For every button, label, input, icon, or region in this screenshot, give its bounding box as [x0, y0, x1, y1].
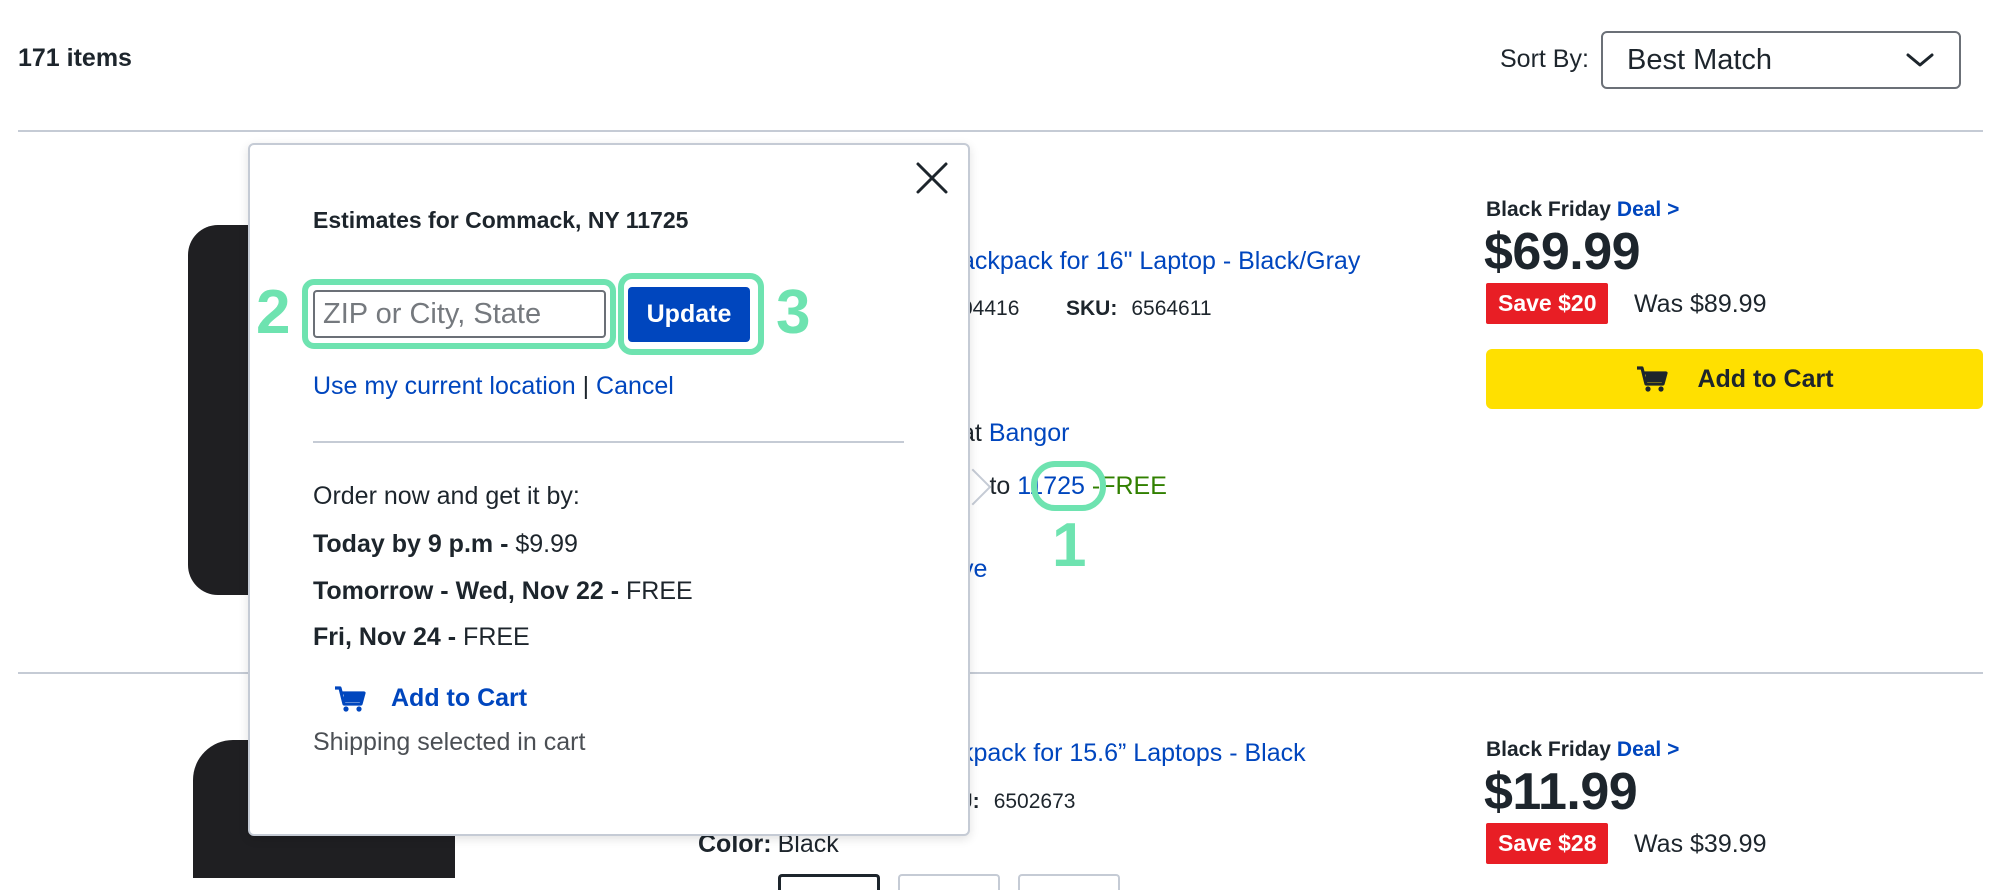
order-now-text: Order now and get it by:	[313, 482, 580, 510]
delivery-option: Today by 9 p.m - $9.99	[313, 530, 578, 559]
cancel-link[interactable]: Cancel	[596, 372, 674, 400]
sku-label: SKU:	[1066, 297, 1118, 320]
sku-value: 6502673	[993, 790, 1076, 813]
annotation-box-zip	[302, 279, 616, 349]
delivery-option: Tomorrow - Wed, Nov 22 - FREE	[313, 577, 693, 606]
color-swatch[interactable]	[1018, 874, 1120, 890]
was-price: Was $39.99	[1634, 830, 1767, 858]
color-swatch-selected[interactable]	[778, 874, 880, 890]
popover-add-to-cart-label: Add to Cart	[391, 684, 528, 712]
deal-link[interactable]: Deal >	[1617, 738, 1679, 761]
color-swatch[interactable]	[898, 874, 1000, 890]
location-links: Use my current location | Cancel	[313, 372, 674, 401]
product-sku: SKU: 6564611	[1066, 297, 1212, 321]
cart-icon	[1637, 366, 1669, 392]
annotation-number: 3	[776, 278, 811, 347]
add-to-cart-button[interactable]: Add to Cart	[1486, 349, 1983, 409]
sort-label: Sort By:	[1500, 45, 1589, 73]
shipping-note: Shipping selected in cart	[313, 728, 586, 756]
sort-selected-value: Best Match	[1627, 43, 1773, 76]
annotation-number: 2	[256, 278, 291, 347]
list-divider	[18, 130, 1983, 132]
popover-title: Estimates for Commack, NY 11725	[313, 207, 689, 233]
save-badge: Save $28	[1486, 823, 1609, 864]
close-icon[interactable]	[914, 160, 950, 196]
product-title-link[interactable]: kpack for 15.6” Laptops - Black	[961, 739, 1306, 768]
option-price: FREE	[463, 623, 530, 651]
use-current-location-link[interactable]: Use my current location	[313, 372, 576, 400]
item-count: 171 items	[18, 44, 132, 72]
deal-label: Black Friday Deal >	[1486, 738, 1679, 762]
product-price: $69.99	[1484, 223, 1641, 281]
option-label: Today by 9 p.m -	[313, 530, 509, 558]
delivery-option: Fri, Nov 24 - FREE	[313, 623, 530, 652]
option-price: FREE	[626, 577, 693, 605]
was-price: Was $89.99	[1634, 290, 1767, 318]
deal-text: Black Friday	[1486, 738, 1611, 761]
annotation-number: 1	[1052, 511, 1087, 580]
save-badge: Save $20	[1486, 283, 1609, 324]
pickup-line: at Bangor	[961, 419, 1069, 448]
popover-add-to-cart-link[interactable]: Add to Cart	[333, 684, 527, 713]
add-to-cart-label: Add to Cart	[1697, 364, 1834, 393]
delivery-free: FREE	[1100, 472, 1167, 500]
product-title-link[interactable]: ackpack for 16" Laptop - Black/Gray	[961, 247, 1360, 276]
cart-icon	[335, 685, 366, 712]
link-separator: |	[582, 372, 590, 400]
deal-label: Black Friday Deal >	[1486, 198, 1679, 222]
option-label: Tomorrow - Wed, Nov 22 -	[313, 577, 620, 605]
product-price: $11.99	[1484, 763, 1638, 821]
annotation-box-update	[618, 273, 764, 355]
popover-divider	[313, 441, 904, 443]
pickup-store-link[interactable]: Bangor	[989, 419, 1070, 447]
deal-link[interactable]: Deal >	[1617, 198, 1679, 221]
option-price: $9.99	[515, 530, 578, 558]
chevron-down-icon	[1906, 53, 1934, 67]
product-sku: J: 6502673	[961, 790, 1075, 814]
option-label: Fri, Nov 24 -	[313, 623, 457, 651]
sort-dropdown[interactable]: Best Match	[1601, 31, 1961, 89]
deal-text: Black Friday	[1486, 198, 1611, 221]
annotation-box-zip-link	[1031, 461, 1106, 511]
sku-value: 6564611	[1131, 297, 1212, 320]
